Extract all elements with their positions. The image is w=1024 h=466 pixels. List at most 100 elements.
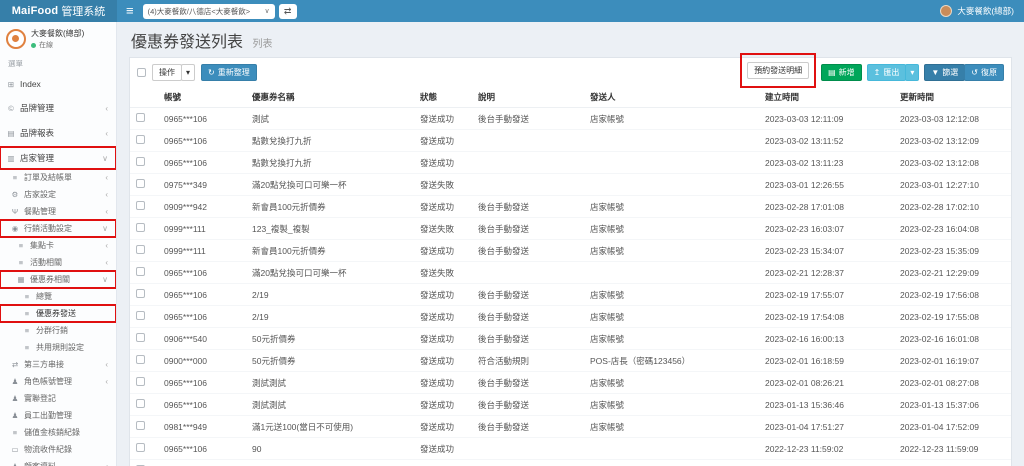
user-menu[interactable]: 大麥餐飲(總部) bbox=[940, 5, 1024, 17]
sidebar-item-customer-data[interactable]: ♟顧客資料‹ bbox=[0, 458, 116, 466]
sidebar-item-points-card[interactable]: ≡集點卡‹ bbox=[0, 237, 116, 254]
sidebar-item-staff-attendance[interactable]: ♟員工出勤管理 bbox=[0, 407, 116, 424]
filter-icon: ▼ bbox=[931, 69, 939, 77]
cell-sender: 店家帳號 bbox=[582, 240, 757, 262]
sidebar-item-marketing-settings[interactable]: ◉行銷活動設定∨ bbox=[0, 220, 116, 237]
list-icon: ≡ bbox=[16, 258, 26, 267]
sidebar-toggle-icon[interactable]: ≡ bbox=[117, 0, 143, 22]
cell-created-at: 2023-03-01 12:26:55 bbox=[757, 174, 892, 196]
sidebar-item-store-management[interactable]: ▥店家管理∨ bbox=[0, 147, 116, 169]
sidebar-item-label: 活動相關 bbox=[30, 257, 101, 268]
chevron-left-icon: ‹ bbox=[105, 462, 108, 466]
brand-avatar-icon bbox=[6, 29, 26, 49]
export-button[interactable]: ↥ 匯出 bbox=[867, 64, 907, 81]
store-selector[interactable]: (4)大麥餐飲/八德店<大麥餐飲> ∨ bbox=[143, 4, 275, 19]
cell-coupon-name: 2/19 bbox=[244, 284, 412, 306]
cell-account: 0965***106 bbox=[156, 394, 244, 416]
sidebar-item-brand-management[interactable]: ©品牌管理‹ bbox=[0, 97, 116, 119]
row-checkbox[interactable] bbox=[136, 135, 145, 144]
row-checkbox[interactable] bbox=[136, 421, 145, 430]
table-row: 0975***349滿20點兌換可口可樂一杯發送失敗2023-03-01 12:… bbox=[130, 174, 1011, 196]
cell-account: 0975***349 bbox=[156, 174, 244, 196]
reset-button[interactable]: ↺ 復原 bbox=[964, 64, 1004, 81]
store-swap-button[interactable]: ⇄ bbox=[279, 4, 297, 19]
list-icon: ≡ bbox=[22, 343, 32, 352]
row-checkbox[interactable] bbox=[136, 355, 145, 364]
user-avatar-icon bbox=[940, 5, 952, 17]
row-checkbox[interactable] bbox=[136, 179, 145, 188]
cell-updated-at: 2023-02-21 12:29:09 bbox=[892, 262, 1011, 284]
column-header-updated-at: 更新時間 bbox=[892, 87, 1011, 108]
action-button[interactable]: 操作 bbox=[152, 64, 182, 81]
row-checkbox[interactable] bbox=[136, 289, 145, 298]
cell-status: 發送成功 bbox=[412, 350, 470, 372]
sidebar-item-coupon-related[interactable]: ▦優惠券相關∨ bbox=[0, 271, 116, 288]
cell-created-at: 2023-02-23 16:03:07 bbox=[757, 218, 892, 240]
sidebar-item-index[interactable]: ⊞Index bbox=[0, 74, 116, 94]
cell-account: 0965***106 bbox=[156, 130, 244, 152]
sidebar-item-coupon-send[interactable]: ≡優惠券發送 bbox=[0, 305, 116, 322]
sidebar-item-logistics-records[interactable]: ▭物流收件紀錄 bbox=[0, 441, 116, 458]
cell-updated-at: 2023-02-19 17:56:08 bbox=[892, 284, 1011, 306]
sidebar-item-shared-rules[interactable]: ≡ 共用規則設定 bbox=[0, 339, 116, 356]
refresh-button[interactable]: ↻ 重新整理 bbox=[201, 64, 257, 81]
cell-status: 發送成功 bbox=[412, 108, 470, 130]
action-caret-button[interactable]: ▾ bbox=[181, 64, 195, 81]
sidebar-item-contact-registration[interactable]: ♟實聯登記 bbox=[0, 390, 116, 407]
cell-note bbox=[470, 152, 582, 174]
sidebar-item-orders-and-bills[interactable]: ≡訂單及結帳單‹ bbox=[0, 169, 116, 186]
cell-sender: POS-店長（密碼123456） bbox=[582, 350, 757, 372]
cell-account: 0999***111 bbox=[156, 240, 244, 262]
row-checkbox[interactable] bbox=[136, 113, 145, 122]
cell-status: 發送成功 bbox=[412, 394, 470, 416]
add-button[interactable]: ▤ 新增 bbox=[821, 64, 862, 81]
table-row: 0906***54050元折價券發送成功後台手動發送店家帳號2023-02-16… bbox=[130, 328, 1011, 350]
row-checkbox[interactable] bbox=[136, 223, 145, 232]
row-checkbox[interactable] bbox=[136, 443, 145, 452]
row-checkbox[interactable] bbox=[136, 157, 145, 166]
row-checkbox[interactable] bbox=[136, 399, 145, 408]
column-header-created-at: 建立時間 bbox=[757, 87, 892, 108]
row-checkbox[interactable] bbox=[136, 201, 145, 210]
cell-updated-at: 2023-03-01 12:27:10 bbox=[892, 174, 1011, 196]
cell-sender: 店家帳號 bbox=[582, 196, 757, 218]
export-caret-button[interactable]: ▾ bbox=[905, 64, 919, 81]
cell-sender: 店家帳號 bbox=[582, 328, 757, 350]
cell-coupon-name: 測試 bbox=[244, 108, 412, 130]
row-checkbox[interactable] bbox=[136, 333, 145, 342]
sidebar-item-store-settings[interactable]: ⚙店家設定‹ bbox=[0, 186, 116, 203]
cell-created-at: 2023-02-16 16:00:13 bbox=[757, 328, 892, 350]
sidebar-item-label: 總覽 bbox=[36, 291, 110, 302]
row-checkbox[interactable] bbox=[136, 245, 145, 254]
sidebar-item-stored-value-records[interactable]: ≡儲值金核銷紀錄 bbox=[0, 424, 116, 441]
scheduled-send-detail-button[interactable]: 預約發送明細 bbox=[747, 62, 809, 79]
table-row: 0965***106測試發送成功後台手動發送店家帳號2023-03-03 12:… bbox=[130, 108, 1011, 130]
sidebar-item-brand-reports[interactable]: ▤品牌報表‹ bbox=[0, 122, 116, 144]
cell-created-at: 2023-01-13 15:36:46 bbox=[757, 394, 892, 416]
undo-icon: ↺ bbox=[971, 69, 978, 77]
select-all-checkbox[interactable] bbox=[137, 68, 146, 77]
sidebar-item-meal-management[interactable]: Ψ餐點管理‹ bbox=[0, 203, 116, 220]
list-icon: ≡ bbox=[10, 428, 20, 437]
sidebar-item-third-party[interactable]: ⇄第三方串接‹ bbox=[0, 356, 116, 373]
sidebar-item-segment-marketing[interactable]: ≡分群行銷 bbox=[0, 322, 116, 339]
table-row: 0965***106滿20點兌換可口可樂一杯發送失敗2023-02-21 12:… bbox=[130, 262, 1011, 284]
row-checkbox[interactable] bbox=[136, 377, 145, 386]
sidebar-item-activity-related[interactable]: ≡活動相關‹ bbox=[0, 254, 116, 271]
row-checkbox[interactable] bbox=[136, 311, 145, 320]
settings-icon: ⚙ bbox=[10, 190, 20, 199]
row-checkbox[interactable] bbox=[136, 267, 145, 276]
filter-button[interactable]: ▼ 篩選 bbox=[924, 64, 965, 81]
cell-created-at: 2023-03-03 12:11:09 bbox=[757, 108, 892, 130]
cell-created-at: 2023-03-02 13:11:52 bbox=[757, 130, 892, 152]
app-logo-bold: MaiFood bbox=[12, 5, 59, 17]
sidebar-item-label: 共用規則設定 bbox=[36, 342, 110, 353]
list-icon: ≡ bbox=[22, 326, 32, 335]
store-icon: ▥ bbox=[6, 154, 16, 163]
chevron-left-icon: ‹ bbox=[105, 241, 108, 250]
cell-note: 後台手動發送 bbox=[470, 218, 582, 240]
cell-created-at: 2023-02-28 17:01:08 bbox=[757, 196, 892, 218]
sidebar-item-role-accounts[interactable]: ♟角色帳號管理‹ bbox=[0, 373, 116, 390]
cell-status: 發送成功 bbox=[412, 196, 470, 218]
sidebar-item-overview[interactable]: ≡總覽 bbox=[0, 288, 116, 305]
